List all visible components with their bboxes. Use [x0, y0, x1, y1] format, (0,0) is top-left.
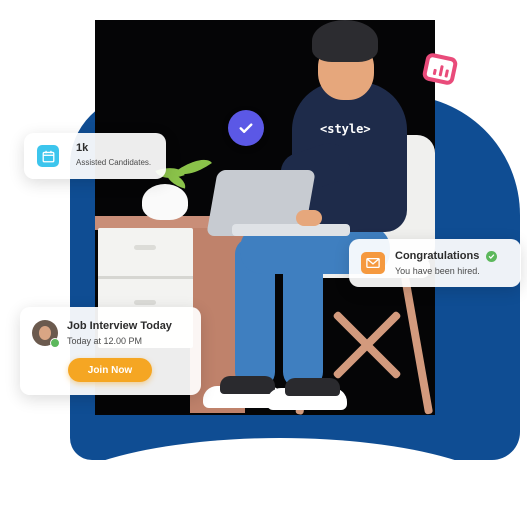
join-now-button[interactable]: Join Now — [68, 358, 152, 382]
drawer-divider — [98, 276, 193, 279]
congrats-subtitle: You have been hired. — [395, 266, 480, 276]
congrats-title: Congratulations — [395, 250, 480, 262]
laptop-base — [232, 224, 350, 236]
hair — [312, 20, 378, 62]
assisted-label: Assisted Candidates. — [76, 158, 152, 167]
verified-check-icon — [228, 110, 264, 146]
check-circle-icon — [486, 251, 497, 262]
shoe-top — [220, 376, 275, 394]
drawer-handle — [134, 245, 156, 250]
plant-leaf — [176, 151, 212, 183]
online-status-dot — [50, 338, 60, 348]
chair-leg — [400, 275, 434, 415]
drawer-handle — [134, 300, 156, 305]
job-interview-card: Job Interview Today Today at 12.00 PM Jo… — [20, 307, 201, 395]
assisted-candidates-card: 1k Assisted Candidates. — [24, 133, 166, 179]
calendar-icon — [37, 145, 59, 167]
assisted-count: 1k — [76, 142, 89, 154]
interview-title: Job Interview Today — [67, 320, 172, 332]
interview-time: Today at 12.00 PM — [67, 336, 143, 346]
mail-icon — [361, 252, 385, 274]
shoe-top — [285, 378, 340, 396]
hand — [296, 210, 322, 226]
plant-pot — [142, 184, 188, 220]
avatar-face — [39, 326, 51, 340]
hoodie-text: <style> — [320, 122, 371, 136]
hired-notification-card: Congratulations You have been hired. — [349, 239, 521, 287]
